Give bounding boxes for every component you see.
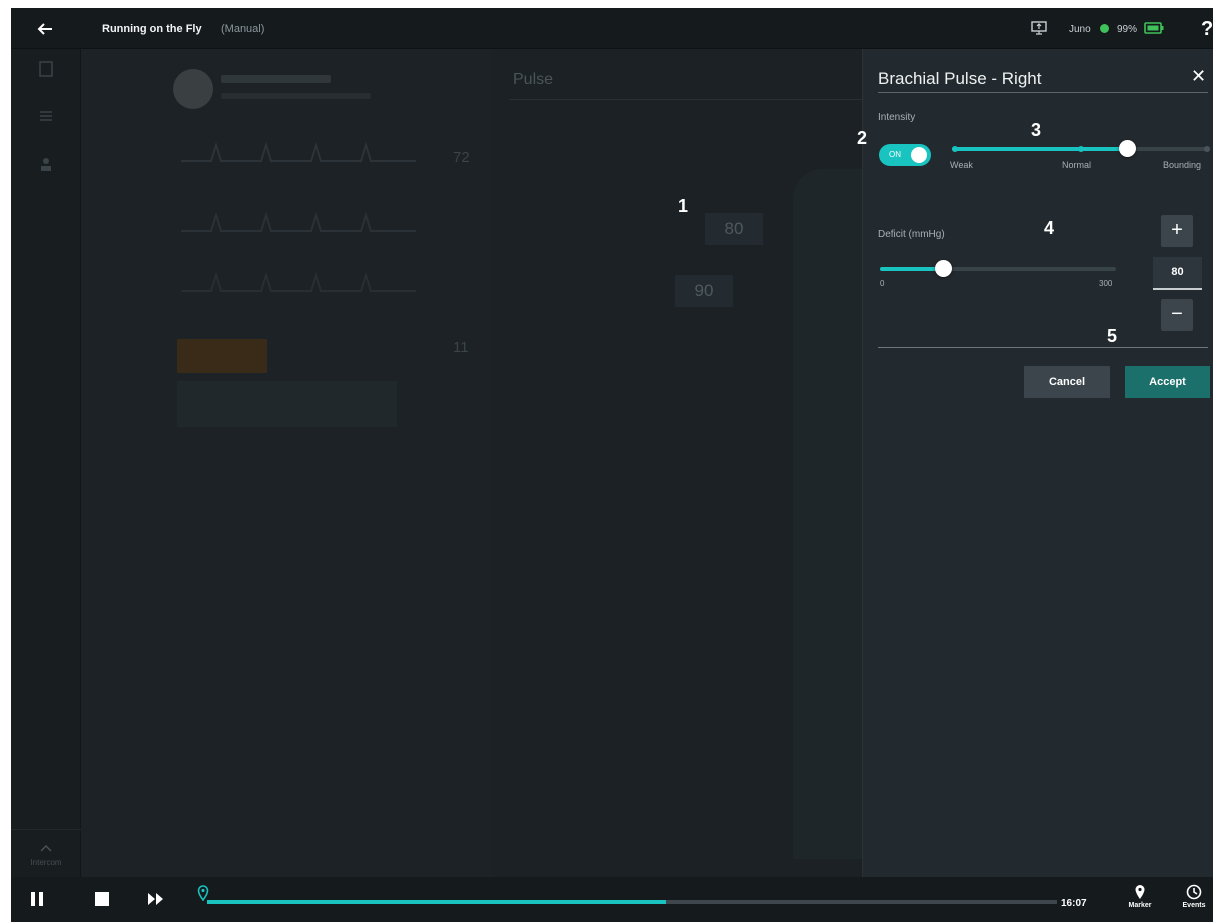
rail-item-label: ​ bbox=[11, 81, 81, 88]
top-bar: Running on the Fly (Manual) Juno 99% ? bbox=[11, 8, 1213, 49]
close-button[interactable]: ✕ bbox=[1191, 67, 1206, 85]
intercom-button[interactable]: Intercom bbox=[11, 829, 81, 877]
stop-icon[interactable] bbox=[95, 892, 109, 906]
pause-icon[interactable] bbox=[30, 891, 44, 907]
deficit-value-field[interactable]: 80 bbox=[1153, 257, 1202, 290]
left-navigation-rail: ​ ​ ​ Intercom bbox=[11, 49, 81, 877]
pulse-view: Pulse 80 90 bbox=[493, 49, 863, 877]
battery-percent: 99% bbox=[1117, 24, 1138, 35]
deficit-slider-fill bbox=[880, 267, 943, 271]
pulse-view-title: Pulse bbox=[513, 71, 554, 88]
rail-item-checklists[interactable]: ​ bbox=[11, 107, 81, 136]
toggle-state-label: ON bbox=[889, 150, 901, 159]
playback-bar: 16:07 Marker Events bbox=[11, 877, 1213, 922]
screen-share-icon[interactable] bbox=[1031, 21, 1047, 35]
deficit-label: Deficit (mmHg) bbox=[878, 229, 945, 240]
intensity-slider[interactable] bbox=[952, 140, 1210, 157]
chevron-up-icon bbox=[40, 845, 52, 852]
device-name: Juno bbox=[1069, 24, 1091, 35]
intensity-toggle[interactable]: ON bbox=[879, 144, 931, 166]
panel-title-divider bbox=[878, 92, 1208, 93]
person-icon bbox=[41, 158, 51, 171]
callout-3: 3 bbox=[1031, 120, 1042, 140]
battery-icon bbox=[1144, 22, 1164, 34]
resp-rate-value: 11 bbox=[453, 339, 469, 356]
callout-1: 1 bbox=[678, 196, 689, 216]
pleth-waveform bbox=[181, 211, 416, 232]
fast-forward-icon[interactable] bbox=[147, 891, 165, 907]
intensity-slider-thumb[interactable] bbox=[1119, 140, 1137, 157]
intensity-stop-dot bbox=[952, 146, 958, 152]
rail-item-records[interactable]: ​ bbox=[11, 59, 81, 88]
deficit-slider-thumb[interactable] bbox=[934, 260, 952, 277]
marker-button[interactable]: Marker bbox=[1125, 884, 1155, 909]
divider bbox=[509, 99, 862, 100]
intercom-label: Intercom bbox=[30, 858, 62, 867]
callout-4: 4 bbox=[1044, 218, 1055, 238]
patient-subtitle-placeholder bbox=[221, 93, 371, 99]
cancel-button[interactable]: Cancel bbox=[1024, 366, 1110, 398]
panel-footer-divider bbox=[878, 347, 1208, 348]
app-window: Running on the Fly (Manual) Juno 99% ? ​… bbox=[11, 8, 1213, 922]
deficit-max-label: 300 bbox=[1099, 279, 1113, 288]
connection-status-dot bbox=[1100, 24, 1109, 33]
list-icon bbox=[40, 111, 52, 121]
heart-rate-value: 72 bbox=[453, 149, 470, 166]
rail-item-monitor[interactable]: ​ bbox=[11, 155, 81, 184]
bp-value-box-top[interactable]: 80 bbox=[705, 213, 763, 245]
clipboard-icon bbox=[39, 61, 53, 77]
elapsed-time: 16:07 bbox=[1061, 898, 1087, 909]
intensity-label: Intensity bbox=[878, 112, 916, 123]
location-pin-icon bbox=[1135, 885, 1145, 899]
intensity-stop-dot bbox=[1078, 146, 1084, 152]
ecg-waveform bbox=[181, 141, 416, 162]
callout-5: 5 bbox=[1107, 326, 1118, 346]
intensity-stop-weak: Weak bbox=[950, 160, 973, 170]
brachial-pulse-panel: Brachial Pulse - Right ✕ Intensity ON We… bbox=[862, 49, 1213, 877]
intensity-stop-bounding: Bounding bbox=[1163, 160, 1202, 170]
patient-name-placeholder bbox=[221, 75, 331, 83]
scenario-title: Running on the Fly bbox=[102, 23, 202, 35]
events-label: Events bbox=[1182, 902, 1206, 909]
vitals-footer-panel bbox=[177, 381, 397, 427]
panel-title: Brachial Pulse - Right bbox=[878, 69, 1042, 88]
patient-avatar bbox=[173, 69, 213, 109]
resp-waveform bbox=[181, 271, 416, 292]
events-button[interactable]: Events bbox=[1179, 884, 1209, 909]
toggle-knob bbox=[911, 147, 927, 163]
callout-2: 2 bbox=[857, 128, 868, 148]
vitals-panel-dimmed: 72 11 bbox=[81, 49, 493, 877]
bp-value-box-bottom[interactable]: 90 bbox=[675, 275, 733, 307]
timeline-progress bbox=[207, 900, 666, 904]
deficit-slider[interactable] bbox=[880, 260, 1116, 277]
body-silhouette bbox=[793, 169, 863, 859]
deficit-min-label: 0 bbox=[880, 279, 885, 288]
intensity-slider-fill bbox=[952, 147, 1128, 151]
rail-item-label: ​ bbox=[11, 177, 81, 184]
rail-item-label: ​ bbox=[11, 129, 81, 136]
timeline-scrubber[interactable] bbox=[207, 900, 1057, 904]
marker-label: Marker bbox=[1128, 902, 1152, 909]
intensity-stop-normal: Normal bbox=[1062, 160, 1092, 170]
alarm-box bbox=[177, 339, 267, 373]
help-button[interactable]: ? bbox=[1201, 18, 1213, 41]
accept-button[interactable]: Accept bbox=[1125, 366, 1210, 398]
intensity-stop-dot bbox=[1204, 146, 1210, 152]
location-pin-icon[interactable] bbox=[197, 885, 209, 901]
scenario-mode: (Manual) bbox=[221, 23, 265, 35]
deficit-increment-button[interactable]: + bbox=[1161, 215, 1193, 247]
clock-icon bbox=[1186, 884, 1202, 900]
back-arrow-icon[interactable] bbox=[37, 21, 53, 37]
deficit-decrement-button[interactable]: − bbox=[1161, 299, 1193, 331]
